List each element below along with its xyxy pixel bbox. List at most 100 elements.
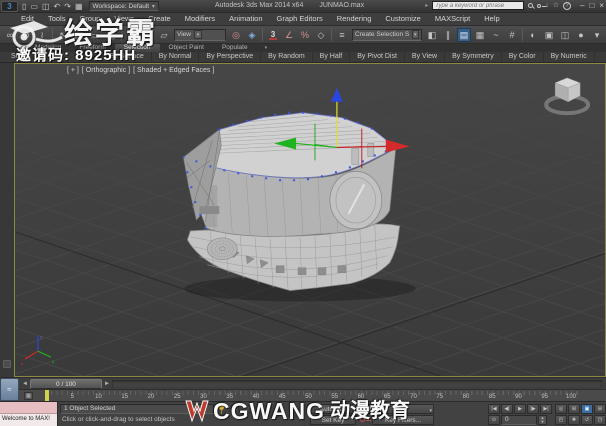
tab-selection[interactable]: Selection — [114, 44, 160, 52]
boat-model-mesh[interactable] — [182, 87, 416, 302]
schematic-view-icon[interactable]: # — [505, 28, 519, 42]
go-to-end-button[interactable]: ▶| — [540, 404, 552, 414]
key-mode-toggle-button[interactable]: ⊙ — [488, 415, 500, 425]
material-editor-icon[interactable]: ◐ — [526, 28, 540, 42]
macro-recorder-line[interactable] — [0, 402, 57, 414]
set-keys-key-icon[interactable] — [360, 417, 371, 422]
search-icon[interactable] — [528, 3, 534, 8]
play-button[interactable]: ▶ — [514, 404, 526, 414]
select-and-move-icon[interactable]: + — [125, 28, 139, 42]
menu-animation[interactable]: Animation — [222, 13, 269, 25]
zoom-icon[interactable]: ◎ — [555, 404, 567, 414]
current-time-field[interactable]: 0 — [501, 415, 537, 425]
time-ruler[interactable]: ▦ 5 10 15 20 25 30 35 40 45 50 55 60 65 70 75 80 85 90 95 1… — [0, 389, 606, 401]
use-pivot-point-center-icon[interactable]: ◎ — [229, 28, 243, 42]
new-scene-icon[interactable]: ▯ — [22, 1, 26, 12]
zoom-extents-icon[interactable]: ▣ — [581, 404, 593, 414]
unlink-selection-icon[interactable]: ⊘ — [19, 28, 33, 42]
tab-populate[interactable]: Populate — [213, 44, 257, 52]
project-folder-icon[interactable]: ▦ — [75, 1, 83, 12]
viewport-shading-menu[interactable]: [ Shaded + Edged Faces ] — [133, 67, 214, 74]
zoom-extents-all-icon[interactable]: ⊞ — [594, 404, 606, 414]
track-bar-lane[interactable] — [112, 380, 602, 388]
viewport[interactable]: x y z [ + ] [ Orthographic ] [ Shaded + … — [14, 63, 606, 377]
ribbon-button-by-random[interactable]: By Random — [261, 52, 313, 62]
tab-object-paint[interactable]: Object Paint — [160, 44, 213, 52]
render-flyout-caret-icon[interactable]: ▾ — [590, 28, 604, 42]
viewport-view-menu[interactable]: [ Orthographic ] — [82, 67, 130, 74]
named-selection-sets-dropdown[interactable]: Create Selection Set▾ — [352, 28, 422, 41]
isolate-selection-icon[interactable] — [231, 405, 239, 413]
open-file-icon[interactable]: ▭ — [30, 1, 38, 12]
maximize-viewport-toggle-icon[interactable]: ◳ — [594, 415, 606, 425]
key-filters-button[interactable]: Key Filters... — [372, 415, 434, 425]
align-icon[interactable]: ∥ — [441, 28, 455, 42]
viewport-layout-tab-button[interactable] — [3, 360, 11, 368]
gizmo-z-arrow[interactable] — [330, 87, 343, 102]
menu-modifiers[interactable]: Modifiers — [178, 13, 222, 25]
edit-named-selection-sets-icon[interactable]: ≡ — [335, 28, 349, 42]
menu-customize[interactable]: Customize — [378, 13, 427, 25]
chevron-down-icon[interactable]: ▾ — [411, 30, 419, 39]
next-frame-button[interactable]: |▶ — [527, 404, 539, 414]
bind-to-space-warp-icon[interactable]: ≀ — [35, 28, 49, 42]
select-object-icon[interactable]: ↖ — [56, 28, 70, 42]
menu-tools[interactable]: Tools — [41, 13, 73, 25]
curve-editor-icon[interactable]: ~ — [489, 28, 503, 42]
menu-create[interactable]: Create — [141, 13, 178, 25]
select-and-manipulate-icon[interactable]: ◈ — [245, 28, 259, 42]
select-and-rotate-icon[interactable]: ↻ — [141, 28, 155, 42]
graphite-ribbon-toggle-icon[interactable]: ▦ — [473, 28, 487, 42]
menu-group[interactable]: Group — [72, 13, 107, 25]
orbit-icon[interactable]: ↺ — [581, 415, 593, 425]
open-mini-curve-editor-button[interactable]: ≈ — [0, 378, 19, 401]
current-frame-marker[interactable] — [45, 390, 49, 401]
frame-forward-arrow[interactable]: ► — [103, 380, 111, 389]
layer-manager-icon[interactable]: ▤ — [457, 27, 471, 42]
time-spinner[interactable]: ▲ ▼ — [538, 415, 547, 425]
angle-snap-toggle-icon[interactable]: ∠ — [282, 28, 296, 42]
sign-in-key-icon[interactable] — [537, 3, 547, 8]
ribbon-button-by-pivot-dist[interactable]: By Pivot Dist — [350, 52, 405, 62]
viewport-canvas[interactable]: x y z — [15, 64, 605, 376]
render-production-icon[interactable]: ● — [574, 28, 588, 42]
favorites-star-icon[interactable]: ☆ — [553, 1, 559, 10]
ribbon-button-by-color[interactable]: By Color — [502, 52, 544, 62]
tab-freeform[interactable]: Freeform — [70, 44, 114, 52]
selection-lock-pin-icon[interactable] — [219, 405, 224, 414]
view-cube[interactable] — [544, 77, 591, 116]
go-to-start-button[interactable]: |◀ — [488, 404, 500, 414]
set-key-button[interactable]: Set Key — [310, 415, 356, 425]
key-mode-dropdown[interactable]: Selected ▾ — [358, 404, 434, 414]
ribbon-button-by-perspective[interactable]: By Perspective — [199, 52, 262, 62]
select-and-link-icon[interactable]: ∞ — [3, 28, 17, 42]
minimize-button[interactable]: – — [580, 1, 584, 10]
menu-help[interactable]: Help — [477, 13, 506, 25]
selection-lock-toggle-icon[interactable] — [242, 405, 250, 413]
maxscript-mini-listener[interactable]: Welcome to MAX! — [0, 402, 58, 426]
zoom-all-icon[interactable]: ⊞ — [568, 404, 580, 414]
tab-modeling[interactable]: Modeling — [26, 44, 70, 52]
ribbon-button-by-normal[interactable]: By Normal — [152, 52, 200, 62]
pan-view-icon[interactable]: ✚ — [568, 415, 580, 425]
previous-frame-button[interactable]: ◀| — [501, 404, 513, 414]
redo-icon[interactable]: ↷ — [64, 1, 71, 12]
ribbon-button-by-surface[interactable]: By Surface — [102, 52, 152, 62]
ribbon-minimize-caret-icon[interactable]: ▾ — [265, 44, 268, 52]
workspace-dropdown[interactable]: Workspace: Default ▾ — [88, 1, 159, 11]
track-bar-mini-icon[interactable]: ▦ — [24, 392, 33, 400]
ribbon-button-by-view[interactable]: By View — [405, 52, 446, 62]
reference-coordinate-system-dropdown[interactable]: View ▾ — [174, 28, 226, 41]
zoom-region-icon[interactable]: ◰ — [555, 415, 567, 425]
close-button[interactable]: × — [599, 1, 604, 10]
search-input[interactable] — [432, 1, 525, 10]
select-and-scale-icon[interactable]: ▱ — [157, 28, 171, 42]
auto-key-button[interactable]: Auto Key — [310, 404, 356, 414]
menu-edit[interactable]: Edit — [14, 13, 41, 25]
application-menu-button[interactable]: 3 — [1, 0, 18, 12]
frame-back-arrow[interactable]: ◄ — [21, 380, 29, 389]
percent-snap-toggle-icon[interactable]: % — [298, 28, 312, 42]
chevron-down-icon[interactable]: ▾ — [193, 30, 202, 39]
workspace-caret-icon[interactable]: ▾ — [152, 4, 155, 10]
help-icon[interactable]: ? — [563, 1, 572, 10]
